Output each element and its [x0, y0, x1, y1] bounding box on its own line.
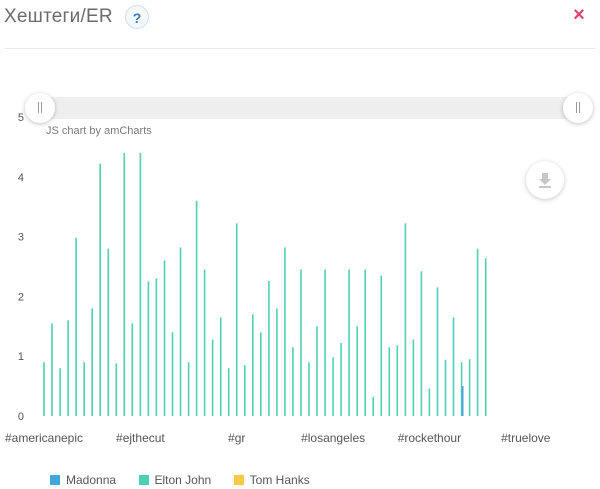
legend: Madonna Elton John Tom Hanks	[50, 471, 328, 487]
x-tick-label: #losangeles	[301, 431, 365, 445]
export-button[interactable]	[526, 161, 564, 199]
header: Хештеги/ER ? ×	[0, 0, 600, 48]
y-tick-label: 3	[18, 232, 24, 244]
help-button[interactable]: ?	[125, 5, 149, 29]
legend-label: Tom Hanks	[249, 472, 310, 487]
x-tick-label: #americanepic	[5, 431, 83, 445]
y-tick-label: 4	[18, 172, 24, 184]
x-tick-label: #truelove	[501, 431, 551, 445]
y-tick-label: 5	[18, 112, 24, 124]
chart: 0 1 2 3 4 5 #americanepic #ejthecut #gr #losangel…	[5, 112, 551, 445]
y-tick-label: 1	[18, 351, 24, 363]
legend-swatch	[233, 474, 244, 485]
legend-label: Elton John	[154, 472, 212, 487]
x-tick-label: #ejthecut	[116, 431, 165, 445]
y-tick-label: 2	[18, 291, 24, 303]
amcharts-credit[interactable]: JS chart by amCharts	[46, 125, 152, 137]
legend-label: Madonna	[66, 472, 117, 487]
page-title: Хештеги/ER	[4, 6, 113, 27]
header-divider	[4, 48, 596, 49]
x-tick-label: #rockethour	[398, 431, 461, 445]
legend-swatch	[50, 474, 60, 485]
legend-item-elton-john[interactable]: Elton John	[138, 472, 212, 487]
x-tick-label: #gr	[228, 431, 245, 445]
y-tick-label: 0	[18, 411, 24, 423]
legend-swatch	[138, 474, 149, 485]
download-icon	[539, 173, 551, 188]
legend-item-tom-hanks[interactable]: Tom Hanks	[233, 472, 310, 487]
legend-item-madonna[interactable]: Madonna	[50, 473, 116, 487]
close-button[interactable]: ×	[568, 4, 590, 26]
